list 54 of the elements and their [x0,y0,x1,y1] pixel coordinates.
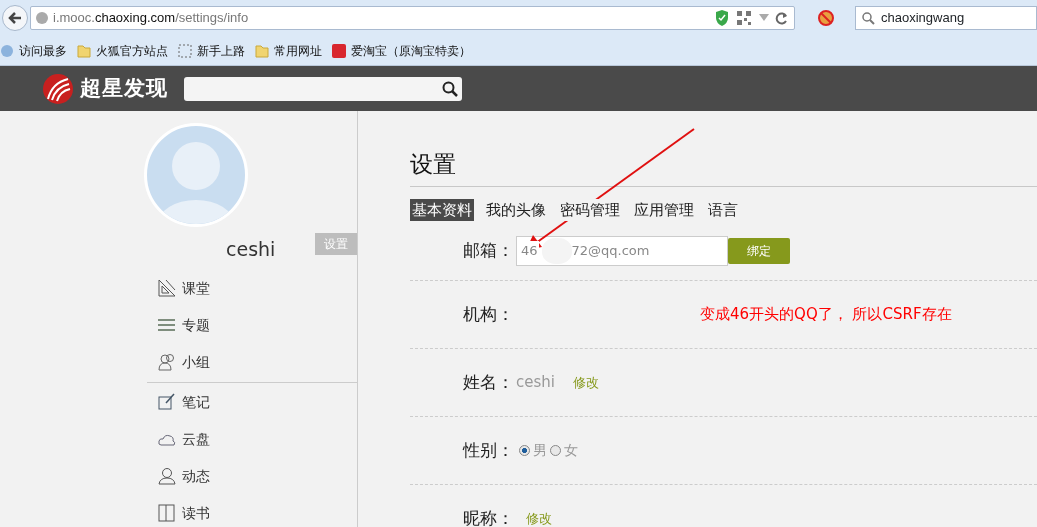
option-label: 男 [533,441,547,460]
logo-text: 超星发现 [80,74,168,102]
person-icon [158,467,176,485]
sidebar-item[interactable]: 动态 [147,457,357,495]
bookmark-icon [0,43,14,58]
page-icon [178,43,192,58]
dropdown-icon [759,14,769,22]
sidebar-item[interactable]: 小组 [147,343,357,381]
book-icon [158,504,176,522]
sidebar-item[interactable]: 笔记 [147,383,357,421]
settings-tab[interactable]: 密码管理 [558,198,622,221]
option-label: 女 [564,441,578,460]
field-value: ceshi [516,372,555,394]
back-button[interactable] [2,5,28,31]
field-label: 性别： [461,438,514,462]
field-label: 邮箱： [462,238,514,262]
edit-icon [158,393,176,411]
url-text: i.mooc.chaoxing.com/settings/info [53,9,249,28]
sidebar-item[interactable]: 专题 [147,306,357,344]
globe-icon [35,11,49,25]
logo-icon [42,72,74,105]
site-search-field[interactable] [184,76,462,101]
bookmark-item[interactable]: 常用网址 [255,41,322,60]
annotation-text: 变成46开头的QQ了， 所以CSRF存在 [700,304,952,326]
email-field[interactable]: 46 72@qq.com [516,235,728,266]
address-bar[interactable]: i.mooc.chaoxing.com/settings/info [30,6,795,30]
folder-icon [255,43,269,58]
sidebar-item[interactable]: 读书 [147,494,357,527]
settings-tab[interactable]: 基本资料 [410,198,474,221]
page-title: 设置 [410,147,1037,187]
list-icon [158,316,176,334]
bookmark-item[interactable]: 新手上路 [178,41,245,60]
bookmark-item[interactable]: 访问最多 [0,41,67,60]
search-icon [862,11,875,25]
sidebar-item[interactable]: 课堂 [147,269,357,307]
bookmark-item[interactable]: 爱淘宝（原淘宝特卖） [332,41,471,60]
search-icon [442,80,458,97]
bookmark-item[interactable]: 火狐官方站点 [77,41,168,60]
folder-icon [77,43,91,58]
radio-button[interactable] [550,445,561,456]
sidebar-item[interactable]: 云盘 [147,420,357,458]
reload-icon [775,11,788,25]
search-field[interactable]: chaoxingwang [855,6,1037,30]
group-icon [158,353,176,371]
blocked-icon [817,9,835,27]
field-label: 昵称： [462,506,514,527]
radio-button[interactable] [519,445,530,456]
shop-icon [332,43,346,58]
back-arrow-icon [8,12,22,24]
qr-code-icon [737,11,751,25]
shield-icon [715,10,729,26]
field-label: 机构： [462,302,514,326]
user-name: ceshi [226,237,276,262]
field-label: 姓名： [462,370,514,394]
